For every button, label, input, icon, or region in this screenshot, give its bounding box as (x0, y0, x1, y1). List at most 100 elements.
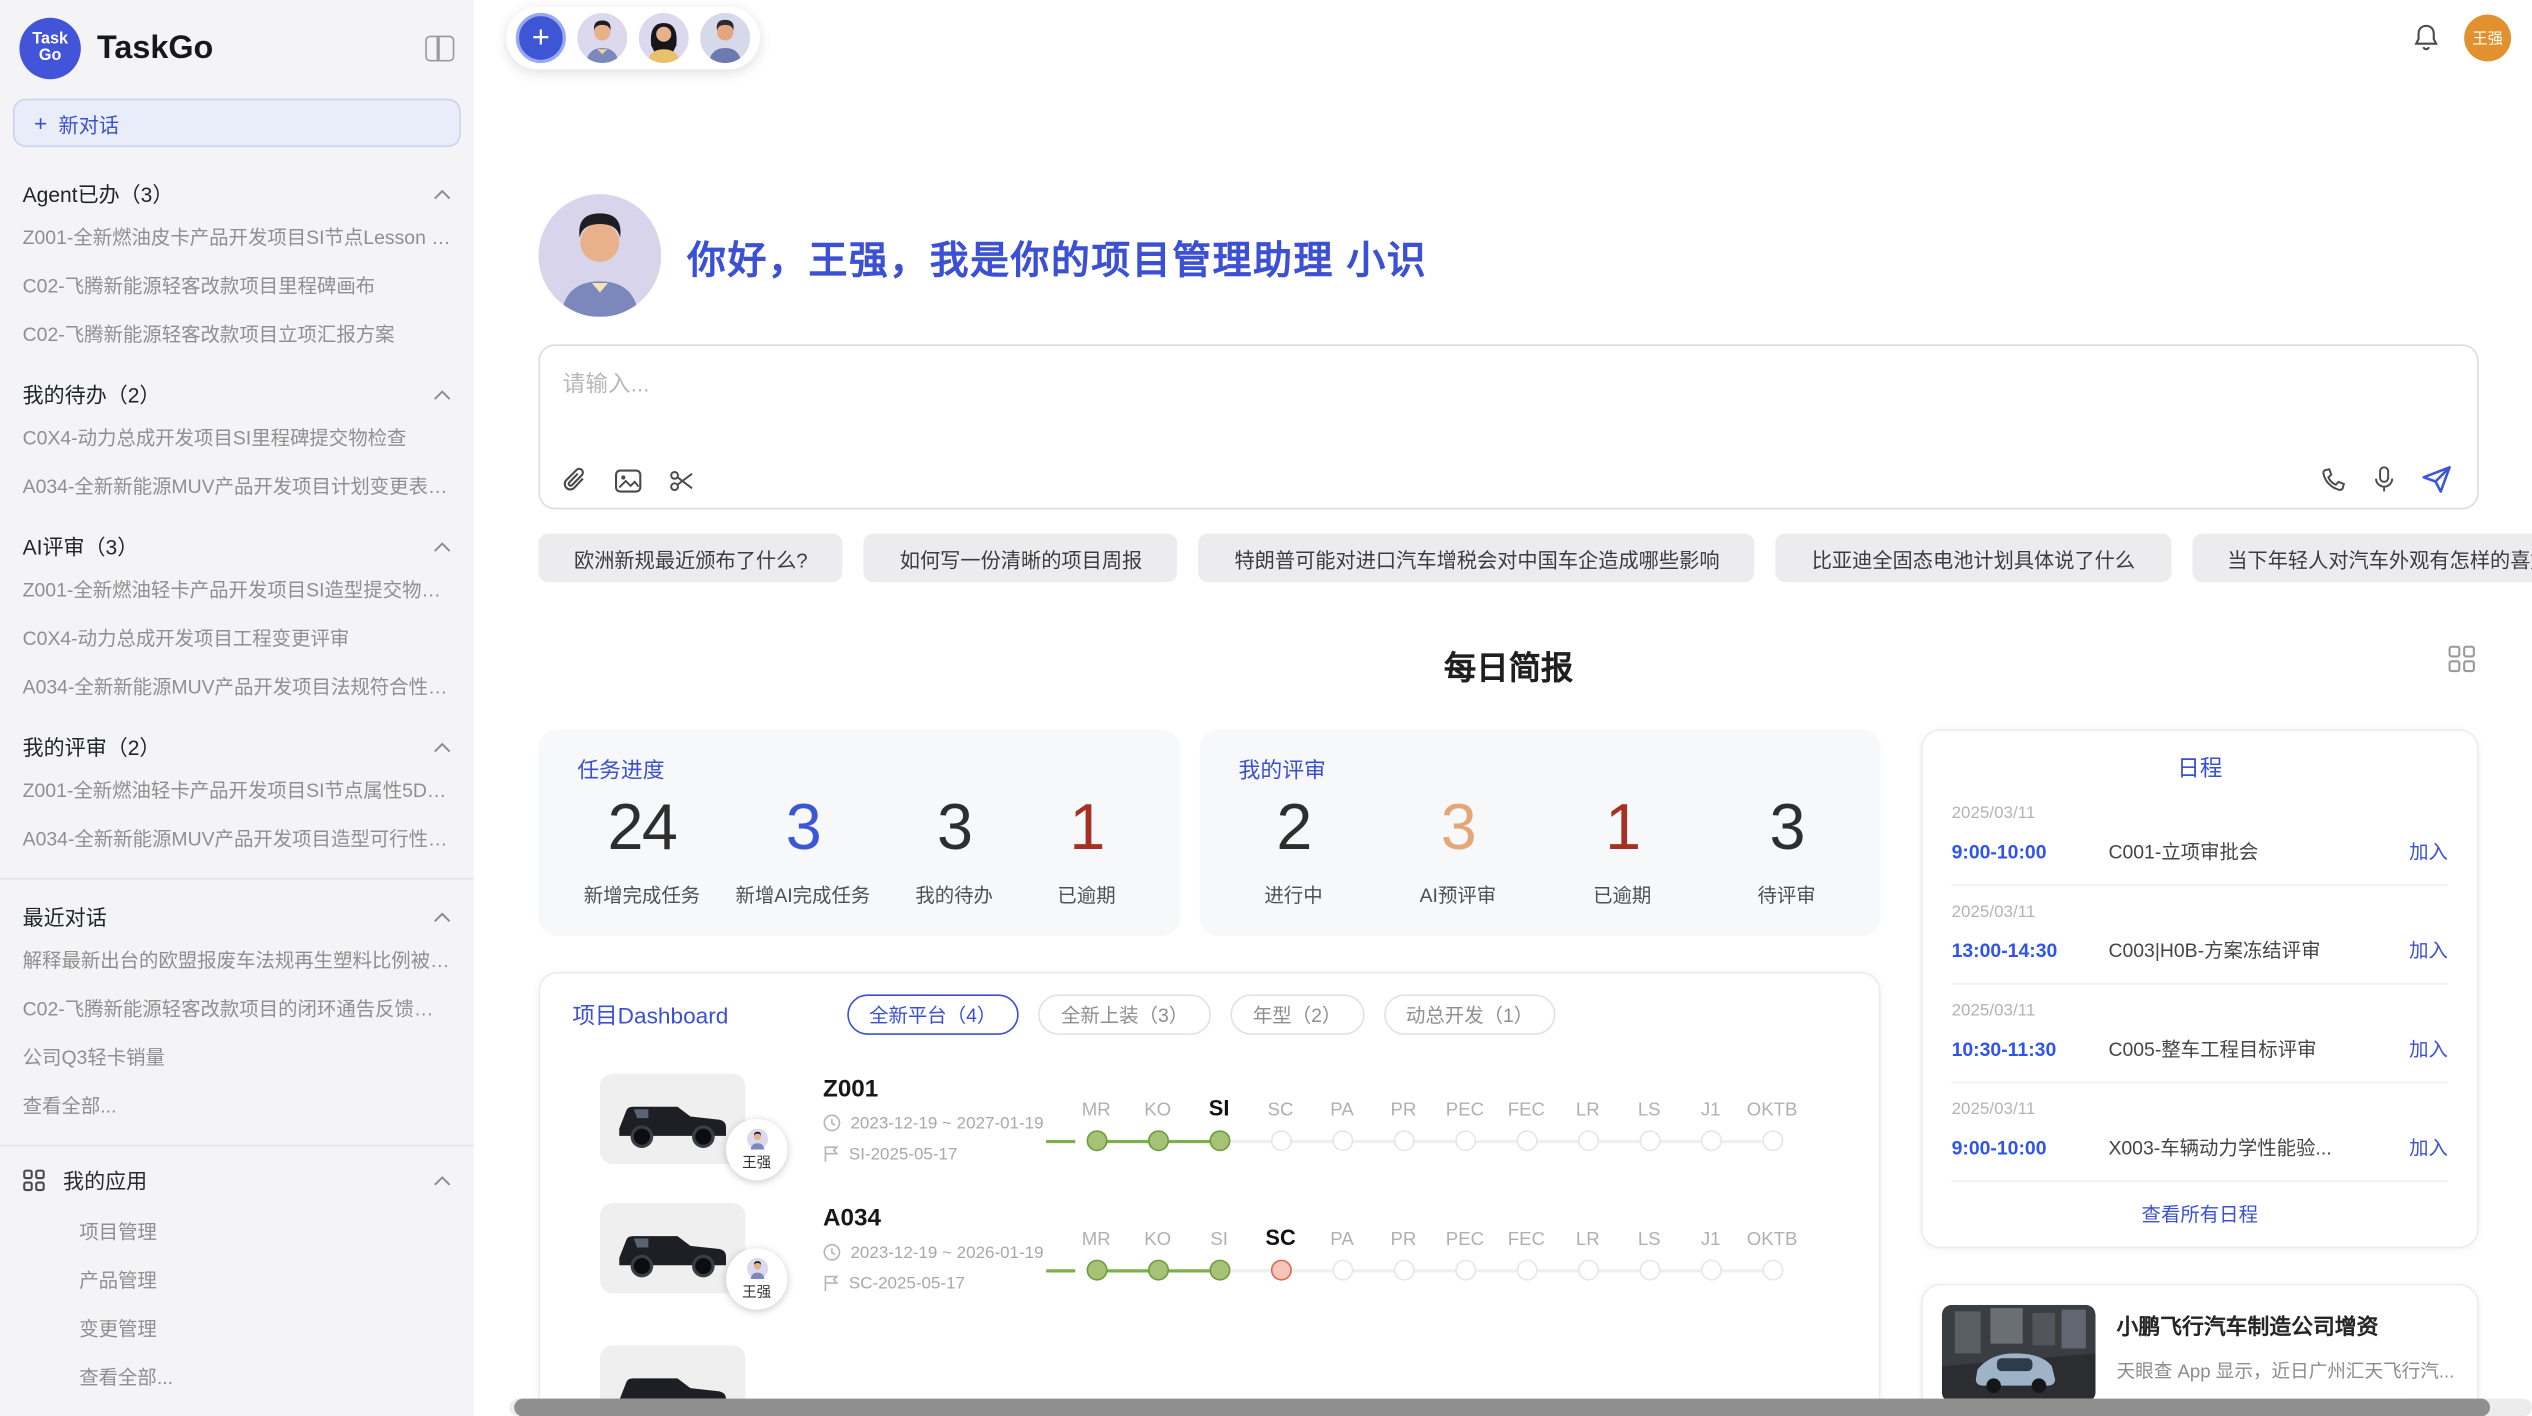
agent-avatar-pill: + (506, 6, 760, 69)
project-row[interactable]: 王强 Z001 2023-12-19 ~ 2027-01-19 SI-2025-… (572, 1074, 1846, 1165)
microphone-icon[interactable] (2374, 466, 2395, 493)
milestone-circle (1454, 1129, 1475, 1150)
sidebar-item[interactable]: Z001-全新燃油皮卡产品开发项目SI节点Lesson Learn报告 (19, 212, 454, 261)
milestone-circle (1577, 1259, 1598, 1280)
schedule-event: 2025/03/11 9:00-10:00 X003-车辆动力学性能验... 加… (1952, 1083, 2448, 1180)
sidebar-section-recent[interactable]: 最近对话 (23, 901, 451, 932)
milestone-label: LS (1638, 1217, 1661, 1249)
suggestion-chip[interactable]: 欧洲新规最近颁布了什么? (538, 534, 843, 583)
agent-avatar-1[interactable] (577, 12, 627, 62)
topbar-right: 王强 (2412, 14, 2511, 61)
schedule-title: 日程 (1952, 752, 2448, 784)
stat-item: 1 已逾期 (1038, 787, 1135, 908)
send-icon[interactable] (2422, 466, 2451, 493)
join-link[interactable]: 加入 (2396, 1035, 2448, 1062)
filter-pill[interactable]: 动总开发（1） (1383, 994, 1556, 1034)
sidebar-item[interactable]: C02-飞腾新能源轻客改款项目里程碑画布 (19, 260, 454, 309)
paperclip-icon[interactable] (563, 467, 587, 493)
sidebar-section-header[interactable]: Agent已办（3） (23, 178, 451, 209)
sidebar-item[interactable]: C02-飞腾新能源轻客改款项目立项汇报方案 (19, 309, 454, 358)
chat-input-box[interactable]: 请输入... (538, 344, 2478, 509)
suggestion-chip[interactable]: 如何写一份清晰的项目周报 (864, 534, 1178, 583)
new-chat-button[interactable]: + 新对话 (13, 99, 461, 148)
milestone-node[interactable]: OKTB (1741, 1087, 1802, 1150)
sidebar-sections: Agent已办（3）Z001-全新燃油皮卡产品开发项目SI节点Lesson Le… (19, 178, 454, 862)
view-all-schedule-link[interactable]: 查看所有日程 (1952, 1180, 2448, 1246)
stat-item: 3 待评审 (1738, 787, 1835, 908)
milestone-circle (1639, 1259, 1660, 1280)
sidebar-section-header[interactable]: 我的评审（2） (23, 731, 451, 762)
app-item[interactable]: 查看全部... (19, 1352, 454, 1401)
stat-item: 24 新增完成任务 (584, 787, 700, 908)
news-card[interactable]: 小鹏飞行汽车制造公司增资 天眼查 App 显示，近日广州汇天飞行汽... (1921, 1284, 2479, 1416)
phone-call-icon[interactable] (2320, 466, 2346, 492)
recent-item[interactable]: 查看全部... (19, 1080, 454, 1129)
project-row[interactable]: 王强 A034 2023-12-19 ~ 2026-01-19 SC-2025-… (572, 1203, 1846, 1294)
chat-input-placeholder[interactable]: 请输入... (563, 367, 2455, 399)
join-link[interactable]: 加入 (2396, 838, 2448, 865)
app-item[interactable]: 产品管理 (19, 1255, 454, 1304)
sidebar-item-cloud-space[interactable]: 我的云空间 (19, 1400, 454, 1416)
filter-pill[interactable]: 年型（2） (1230, 994, 1364, 1034)
stat-item: 2 进行中 (1245, 787, 1342, 908)
milestone-label: OKTB (1747, 1217, 1798, 1249)
sidebar-header: TaskGo TaskGo (0, 0, 474, 92)
milestone-circle (1700, 1259, 1721, 1280)
sidebar-item[interactable]: A034-全新新能源MUV产品开发项目计划变更表编写 (19, 461, 454, 510)
schedule-card: 日程 2025/03/11 9:00-10:00 C001-立项审批会 加入 (1921, 729, 2479, 1248)
sidebar-item[interactable]: Z001-全新燃油轻卡产品开发项目SI造型提交物评审 (19, 564, 454, 613)
scissors-icon[interactable] (669, 468, 695, 492)
section-title: 我的待办（2） (23, 378, 161, 409)
sidebar: TaskGo TaskGo + 新对话 Agent已办（3）Z001-全新燃油皮… (0, 0, 474, 1416)
sidebar-section-header[interactable]: AI评审（3） (23, 530, 451, 561)
join-link[interactable]: 加入 (2396, 936, 2448, 963)
filter-pill[interactable]: 全新上装（3） (1038, 994, 1211, 1034)
add-agent-button[interactable]: + (516, 12, 566, 62)
milestone-label: J1 (1701, 1217, 1721, 1249)
sidebar-collapse-icon[interactable] (425, 36, 454, 62)
news-image (1942, 1305, 2096, 1402)
event-date: 2025/03/11 (1952, 804, 2448, 823)
milestone-node[interactable]: OKTB (1741, 1217, 1802, 1280)
milestone-circle (1209, 1129, 1230, 1150)
content: 你好，王强，我是你的项目管理助理 小识 请输入... 欧洲新规最近颁布了什么?如… (474, 194, 2532, 1416)
milestone-circle (1270, 1259, 1291, 1280)
image-upload-icon[interactable] (614, 468, 641, 492)
app-item[interactable]: 项目管理 (19, 1206, 454, 1255)
suggestion-chip[interactable]: 特朗普可能对进口汽车增税会对中国车企造成哪些影响 (1199, 534, 1755, 583)
milestone-circle (1516, 1259, 1537, 1280)
sidebar-item[interactable]: C0X4-动力总成开发项目工程变更评审 (19, 613, 454, 662)
join-link[interactable]: 加入 (2396, 1133, 2448, 1160)
milestone-label: PEC (1446, 1217, 1484, 1249)
app-item[interactable]: 变更管理 (19, 1303, 454, 1352)
sidebar-scroll[interactable]: Agent已办（3）Z001-全新燃油皮卡产品开发项目SI节点Lesson Le… (0, 157, 474, 1416)
section-title: AI评审（3） (23, 530, 139, 561)
horizontal-scrollbar-thumb[interactable] (514, 1399, 2490, 1416)
notification-bell-icon[interactable] (2412, 23, 2439, 52)
recent-item[interactable]: C02-飞腾新能源轻客改款项目的闭环通告反馈情况 (19, 983, 454, 1032)
recent-item[interactable]: 解释最新出台的欧盟报废车法规再生塑料比例被调至15%... (19, 935, 454, 984)
suggestion-chip[interactable]: 比亚迪全固态电池计划具体说了什么 (1776, 534, 2171, 583)
layout-grid-icon[interactable] (2448, 645, 2475, 672)
user-avatar[interactable]: 王强 (2464, 14, 2511, 61)
filter-pill[interactable]: 全新平台（4） (846, 994, 1019, 1034)
agent-avatar-3[interactable] (700, 12, 750, 62)
sidebar-item-my-apps[interactable]: 我的应用 (19, 1153, 454, 1206)
milestone-circle (1700, 1129, 1721, 1150)
news-title: 小鹏飞行汽车制造公司增资 (2117, 1308, 2455, 1340)
chevron-up-icon (433, 734, 451, 758)
sidebar-item[interactable]: Z001-全新燃油轻卡产品开发项目SI节点属性5D文件评审 (19, 765, 454, 814)
sidebar-section-header[interactable]: 我的待办（2） (23, 378, 451, 409)
suggestion-chip[interactable]: 当下年轻人对汽车外观有怎样的喜好趋势 (2192, 534, 2532, 583)
sidebar-item[interactable]: A034-全新新能源MUV产品开发项目造型可行性评审 (19, 813, 454, 862)
sidebar-item[interactable]: C0X4-动力总成开发项目SI里程碑提交物检查 (19, 412, 454, 461)
horizontal-scrollbar-track[interactable] (509, 1399, 2532, 1416)
event-time: 10:30-11:30 (1952, 1037, 2109, 1060)
assistant-avatar (538, 194, 661, 317)
sidebar-item[interactable]: A034-全新新能源MUV产品开发项目法规符合性评审 (19, 661, 454, 710)
project-dates: 2023-12-19 ~ 2026-01-19 (823, 1243, 1049, 1262)
event-time: 13:00-14:30 (1952, 939, 2109, 962)
app-logo: TaskGo (19, 18, 80, 79)
agent-avatar-2[interactable] (639, 12, 689, 62)
recent-item[interactable]: 公司Q3轻卡销量 (19, 1032, 454, 1081)
